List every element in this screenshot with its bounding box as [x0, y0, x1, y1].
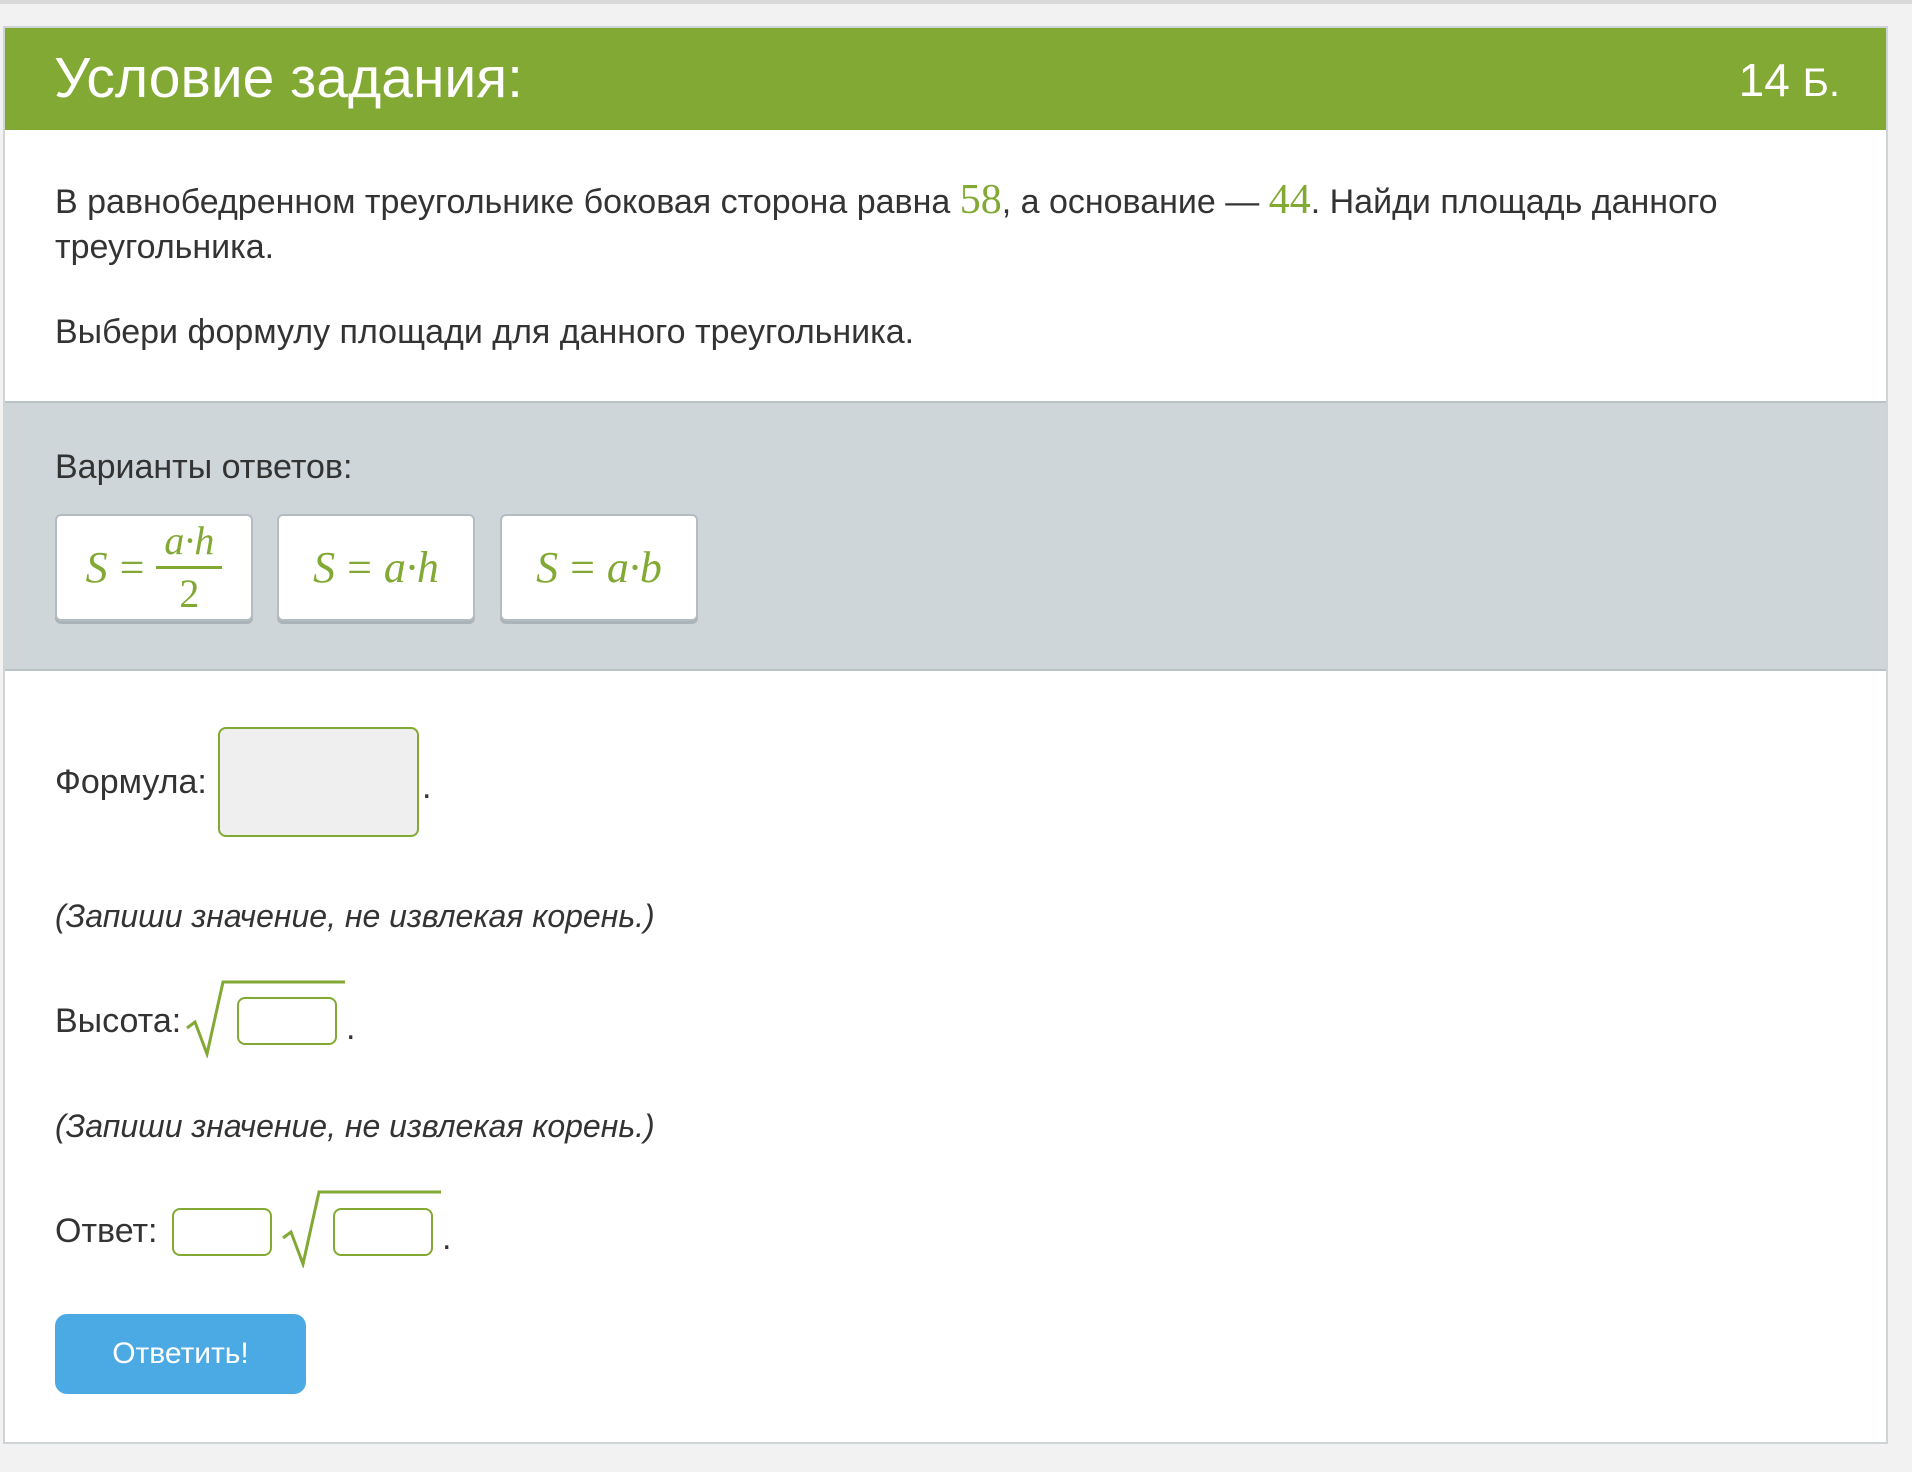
height-radicand-input[interactable] [237, 997, 337, 1045]
option-formula-ab[interactable]: S = a·b [500, 514, 698, 621]
task-points: 14 Б. [1739, 53, 1840, 110]
option-equals: = [119, 543, 145, 592]
top-divider [0, 0, 1912, 4]
lateral-side-value: 58 [959, 177, 1002, 223]
task-header: Условие задания: 14 Б. [5, 28, 1886, 130]
answer-options-panel: Варианты ответов: S = a·h 2 S = a·h S = … [5, 401, 1886, 671]
fraction-denominator: 2 [179, 571, 200, 616]
task-card: Условие задания: 14 Б. В равнобедренном … [3, 26, 1888, 1444]
task-title: Условие задания: [54, 46, 523, 110]
option-lhs: S [85, 543, 108, 592]
height-hint: (Запиши значение, не извлекая корень.) [55, 898, 655, 934]
problem-text-part1: В равнобедренном треугольнике боковая ст… [55, 183, 960, 221]
fraction-bar [156, 566, 223, 569]
answer-hint: (Запиши значение, не извлекая корень.) [55, 1108, 655, 1144]
answer-coefficient-input[interactable] [172, 1208, 272, 1256]
problem-instruction: Выбери формулу площади для данного треуг… [55, 313, 915, 351]
option-formula-ah[interactable]: S = a·h [277, 514, 475, 621]
options-label: Варианты ответов: [55, 448, 353, 486]
formula-drop-zone[interactable] [218, 727, 419, 837]
fraction: a·h 2 [156, 518, 223, 617]
submit-button[interactable]: Ответить! [55, 1314, 306, 1394]
problem-text-part2: , а основание — [1001, 183, 1269, 221]
height-label: Высота: [55, 1002, 182, 1040]
points-unit: Б. [1802, 61, 1840, 105]
option-equals: = [570, 543, 595, 592]
answer-label: Ответ: [55, 1212, 158, 1250]
base-value: 44 [1268, 177, 1311, 223]
option-formula-half-ah[interactable]: S = a·h 2 [55, 514, 253, 621]
option-equals: = [347, 543, 372, 592]
option-lhs: S [313, 543, 336, 592]
points-value: 14 [1738, 54, 1790, 106]
option-rhs: a·b [606, 543, 662, 592]
fraction-numerator: a·h [164, 518, 215, 563]
option-rhs: a·h [383, 543, 439, 592]
answer-terminator: . [442, 1219, 452, 1257]
problem-statement: В равнобедренном треугольнике боковая ст… [55, 178, 1825, 270]
option-lhs: S [536, 543, 559, 592]
height-terminator: . [346, 1009, 356, 1047]
formula-label: Формула: [55, 763, 207, 801]
formula-terminator: . [422, 768, 432, 806]
answer-radicand-input[interactable] [333, 1208, 433, 1256]
